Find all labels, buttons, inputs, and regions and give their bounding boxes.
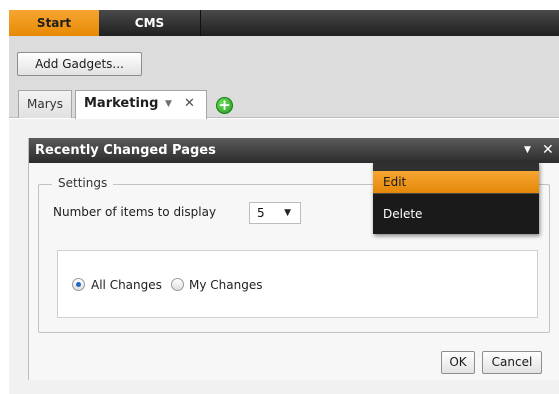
items-count-select[interactable]: 5 ▼ xyxy=(249,202,301,224)
my-changes-radio[interactable] xyxy=(171,278,184,291)
tab-marketing-label: Marketing xyxy=(84,96,159,111)
context-menu-divider xyxy=(373,193,539,194)
gadget-close-icon[interactable]: ✕ xyxy=(542,138,554,163)
gadget-context-menu: Edit Delete xyxy=(373,162,539,234)
dashboard-toolbar: Add Gadgets... Marys Marketing ▼ ✕ + xyxy=(9,36,559,119)
add-tab-icon[interactable]: + xyxy=(216,97,233,114)
gadget-header: Recently Changed Pages ▼ ✕ xyxy=(29,138,559,163)
gadget-menu-icon[interactable]: ▼ xyxy=(524,138,531,163)
menu-item-delete[interactable]: Delete xyxy=(373,203,539,225)
menu-tab-start[interactable]: Start xyxy=(9,10,99,36)
cancel-button[interactable]: Cancel xyxy=(482,351,542,374)
items-count-label: Number of items to display xyxy=(53,205,217,219)
menu-item-edit[interactable]: Edit xyxy=(373,171,539,193)
menu-tab-cms[interactable]: CMS xyxy=(99,10,201,36)
tab-dropdown-icon[interactable]: ▼ xyxy=(165,91,172,117)
ok-button[interactable]: OK xyxy=(441,351,475,374)
all-changes-radio[interactable] xyxy=(72,278,85,291)
change-filter-panel: All Changes My Changes xyxy=(57,250,538,318)
items-count-value: 5 xyxy=(257,206,265,220)
tab-marketing[interactable]: Marketing ▼ ✕ xyxy=(75,90,207,119)
top-menu-bar: Start CMS xyxy=(9,10,559,36)
add-gadgets-button[interactable]: Add Gadgets... xyxy=(17,52,142,76)
all-changes-label[interactable]: All Changes xyxy=(91,278,162,292)
settings-legend: Settings xyxy=(52,176,114,190)
tab-marys[interactable]: Marys xyxy=(18,90,72,118)
chevron-down-icon: ▼ xyxy=(284,208,291,218)
context-menu-top-strip xyxy=(373,162,539,171)
my-changes-label[interactable]: My Changes xyxy=(189,278,262,292)
tab-close-icon[interactable]: ✕ xyxy=(184,91,195,117)
gadget-title: Recently Changed Pages xyxy=(35,143,216,158)
